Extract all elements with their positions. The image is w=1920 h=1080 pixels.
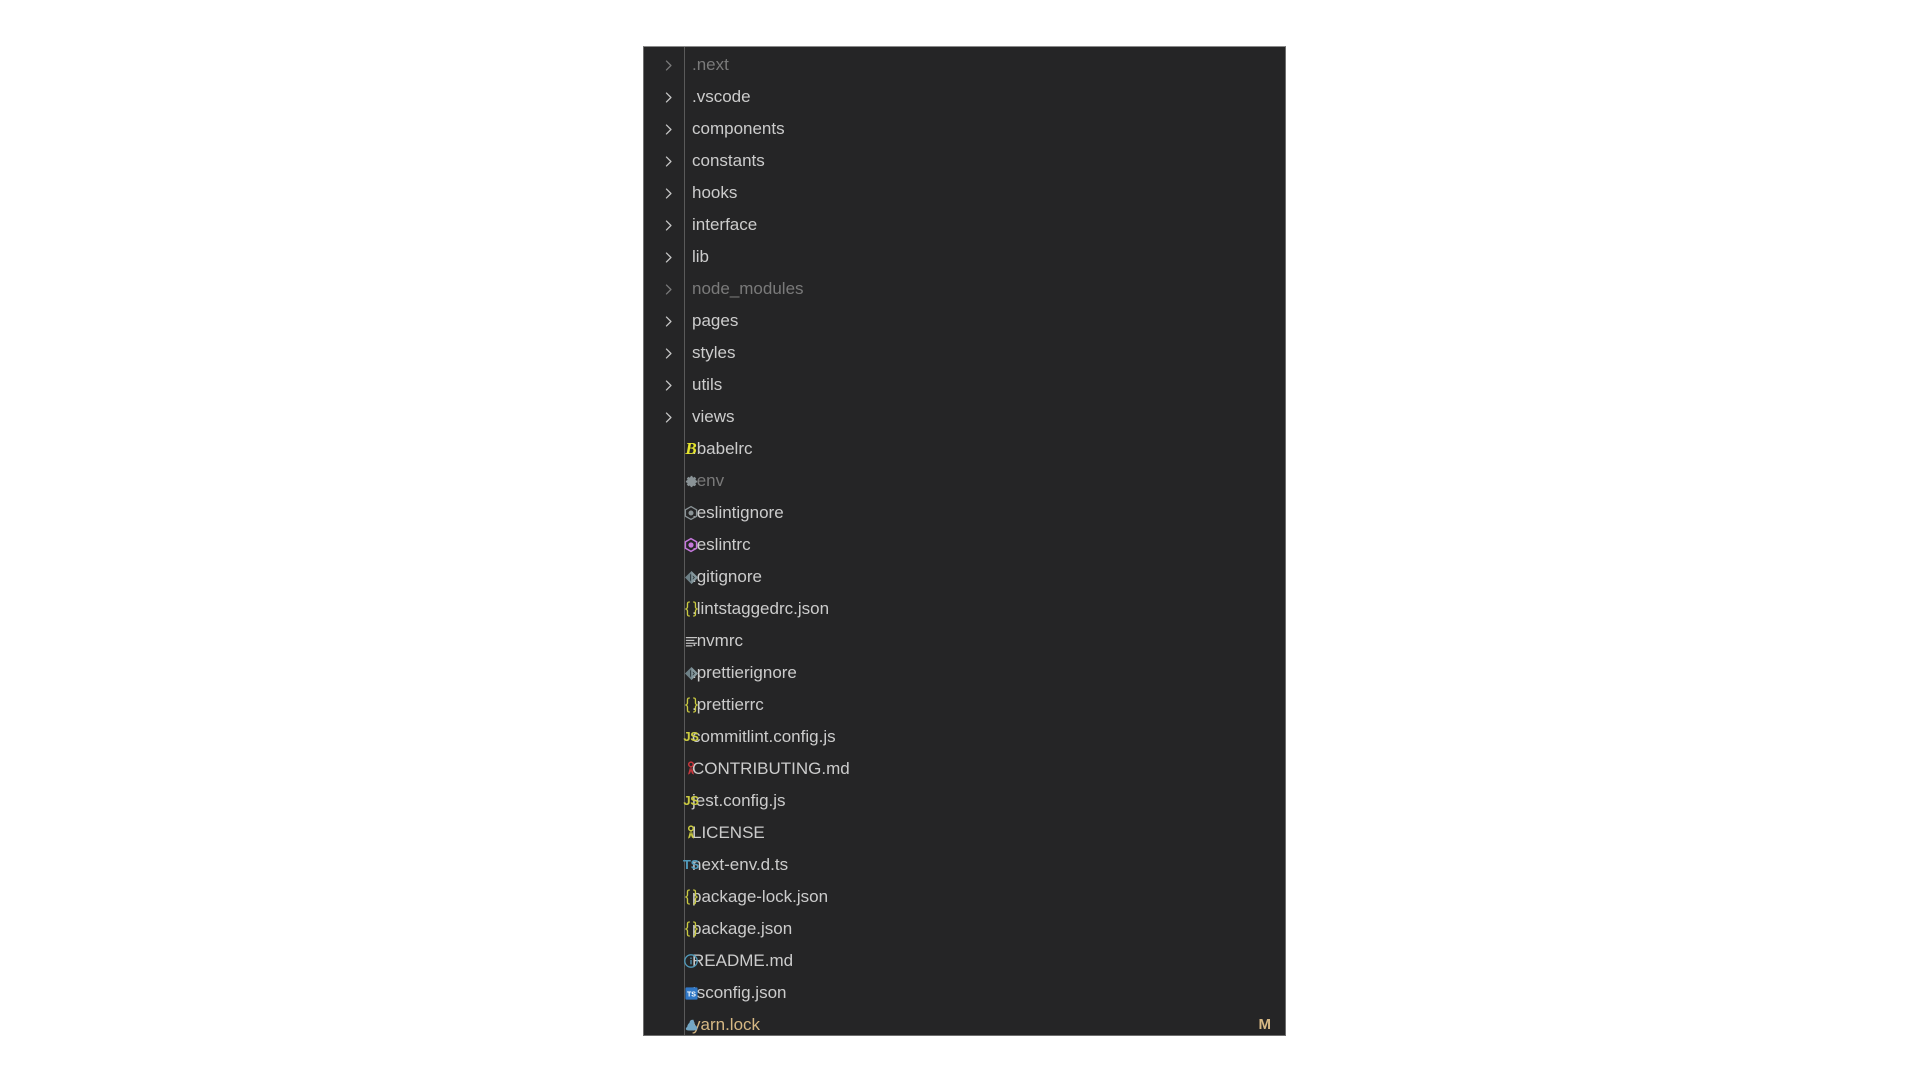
tree-item-label: .prettierignore [692, 663, 797, 682]
svg-text:TS: TS [687, 991, 696, 998]
eslint-icon [680, 529, 702, 561]
tree-file-row[interactable]: JS jest.config.js [644, 785, 1285, 817]
tree-item-label: lib [692, 247, 710, 266]
text-lines-icon [680, 625, 702, 657]
tree-file-row[interactable]: README.md [644, 945, 1285, 977]
tree-item-label: .next [692, 55, 729, 74]
contributing-icon [680, 753, 702, 785]
tree-item-label: constants [692, 151, 765, 170]
chevron-right-icon[interactable] [658, 209, 678, 241]
git-icon [680, 561, 702, 593]
json-braces-icon: { } [684, 600, 698, 617]
chevron-right-icon[interactable] [658, 49, 678, 81]
tree-item-label: interface [692, 215, 758, 234]
tree-item-label: .eslintignore [692, 503, 784, 522]
tree-item-label: pages [692, 311, 739, 330]
chevron-right-icon[interactable] [658, 145, 678, 177]
json-braces-icon: { } [684, 696, 698, 713]
tree-file-row[interactable]: .prettierignore [644, 657, 1285, 689]
tree-file-row[interactable]: { } package.json [644, 913, 1285, 945]
tree-item-label: next-env.d.ts [692, 855, 789, 874]
tree-folder-row[interactable]: components [644, 113, 1285, 145]
tree-item-label: .gitignore [692, 567, 762, 586]
tree-item-label: jest.config.js [692, 791, 786, 810]
tree-item-label: styles [692, 343, 736, 362]
tree-folder-row[interactable]: .next [644, 49, 1285, 81]
tree-item-label: components [692, 119, 785, 138]
tree-file-row[interactable]: .eslintignore [644, 497, 1285, 529]
chevron-right-icon[interactable] [658, 241, 678, 273]
tree-file-row[interactable]: { } .lintstaggedrc.json [644, 593, 1285, 625]
tree-item-label: commitlint.config.js [692, 727, 836, 746]
gear-icon [680, 465, 702, 497]
tree-item-label: hooks [692, 183, 738, 202]
chevron-right-icon[interactable] [658, 369, 678, 401]
git-status-badge: M [1258, 1016, 1272, 1033]
chevron-right-icon[interactable] [658, 305, 678, 337]
tree-item-label: README.md [692, 951, 794, 970]
license-icon [680, 817, 702, 849]
chevron-right-icon[interactable] [658, 81, 678, 113]
tree-file-row[interactable]: .eslintrc [644, 529, 1285, 561]
tree-item-label: yarn.lock [692, 1015, 761, 1034]
tree-folder-row[interactable]: pages [644, 305, 1285, 337]
file-tree[interactable]: .next .vscode components constants hooks inte… [644, 47, 1285, 1035]
ts-icon: TS [682, 857, 699, 872]
tree-item-label: .lintstaggedrc.json [692, 599, 830, 618]
chevron-right-icon[interactable] [658, 177, 678, 209]
tree-folder-row[interactable]: styles [644, 337, 1285, 369]
json-braces-icon: { } [684, 888, 698, 905]
tree-item-label: tsconfig.json [692, 983, 787, 1002]
js-icon: JS [683, 729, 699, 744]
tree-item-label: utils [692, 375, 723, 394]
tree-folder-row[interactable]: interface [644, 209, 1285, 241]
tree-file-row[interactable]: .nvmrc [644, 625, 1285, 657]
tree-folder-row[interactable]: lib [644, 241, 1285, 273]
json-braces-icon: { } [684, 920, 698, 937]
tree-item-label: .prettierrc [692, 695, 764, 714]
tree-item-label: CONTRIBUTING.md [692, 759, 850, 778]
chevron-right-icon[interactable] [658, 337, 678, 369]
tree-file-row[interactable]: B .babelrc [644, 433, 1285, 465]
tree-file-row[interactable]: LICENSE [644, 817, 1285, 849]
tree-folder-row[interactable]: hooks [644, 177, 1285, 209]
chevron-right-icon[interactable] [658, 401, 678, 433]
eslint-gray-icon [680, 497, 702, 529]
yarn-icon [680, 1009, 702, 1035]
tree-file-row[interactable]: .env [644, 465, 1285, 497]
tree-file-row[interactable]: TS next-env.d.ts [644, 849, 1285, 881]
chevron-right-icon[interactable] [658, 113, 678, 145]
js-icon: JS [683, 793, 699, 808]
tree-item-label: .vscode [692, 87, 751, 106]
file-explorer-panel[interactable]: .next .vscode components constants hooks inte… [643, 46, 1286, 1036]
tree-file-row[interactable]: { } package-lock.json [644, 881, 1285, 913]
tree-folder-row[interactable]: constants [644, 145, 1285, 177]
tree-item-label: views [692, 407, 735, 426]
tree-file-row[interactable]: JS commitlint.config.js [644, 721, 1285, 753]
tree-folder-row[interactable]: .vscode [644, 81, 1285, 113]
git-icon [680, 657, 702, 689]
screen: .next .vscode components constants hooks inte… [0, 0, 1920, 1080]
tree-folder-row[interactable]: utils [644, 369, 1285, 401]
tree-file-row[interactable]: CONTRIBUTING.md [644, 753, 1285, 785]
tree-file-row[interactable]: .gitignore [644, 561, 1285, 593]
tree-file-row[interactable]: yarn.lock M [644, 1009, 1285, 1035]
tree-item-label: package-lock.json [692, 887, 829, 906]
tree-file-row[interactable]: TS tsconfig.json [644, 977, 1285, 1009]
tsconfig-icon: TS [680, 977, 702, 1009]
chevron-right-icon[interactable] [658, 273, 678, 305]
babel-icon: B [685, 439, 697, 458]
tree-item-label: package.json [692, 919, 793, 938]
info-circle-icon [680, 945, 702, 977]
tree-file-row[interactable]: { } .prettierrc [644, 689, 1285, 721]
tree-folder-row[interactable]: node_modules [644, 273, 1285, 305]
tree-folder-row[interactable]: views [644, 401, 1285, 433]
tree-item-label: LICENSE [692, 823, 765, 842]
tree-item-label: node_modules [692, 279, 804, 298]
